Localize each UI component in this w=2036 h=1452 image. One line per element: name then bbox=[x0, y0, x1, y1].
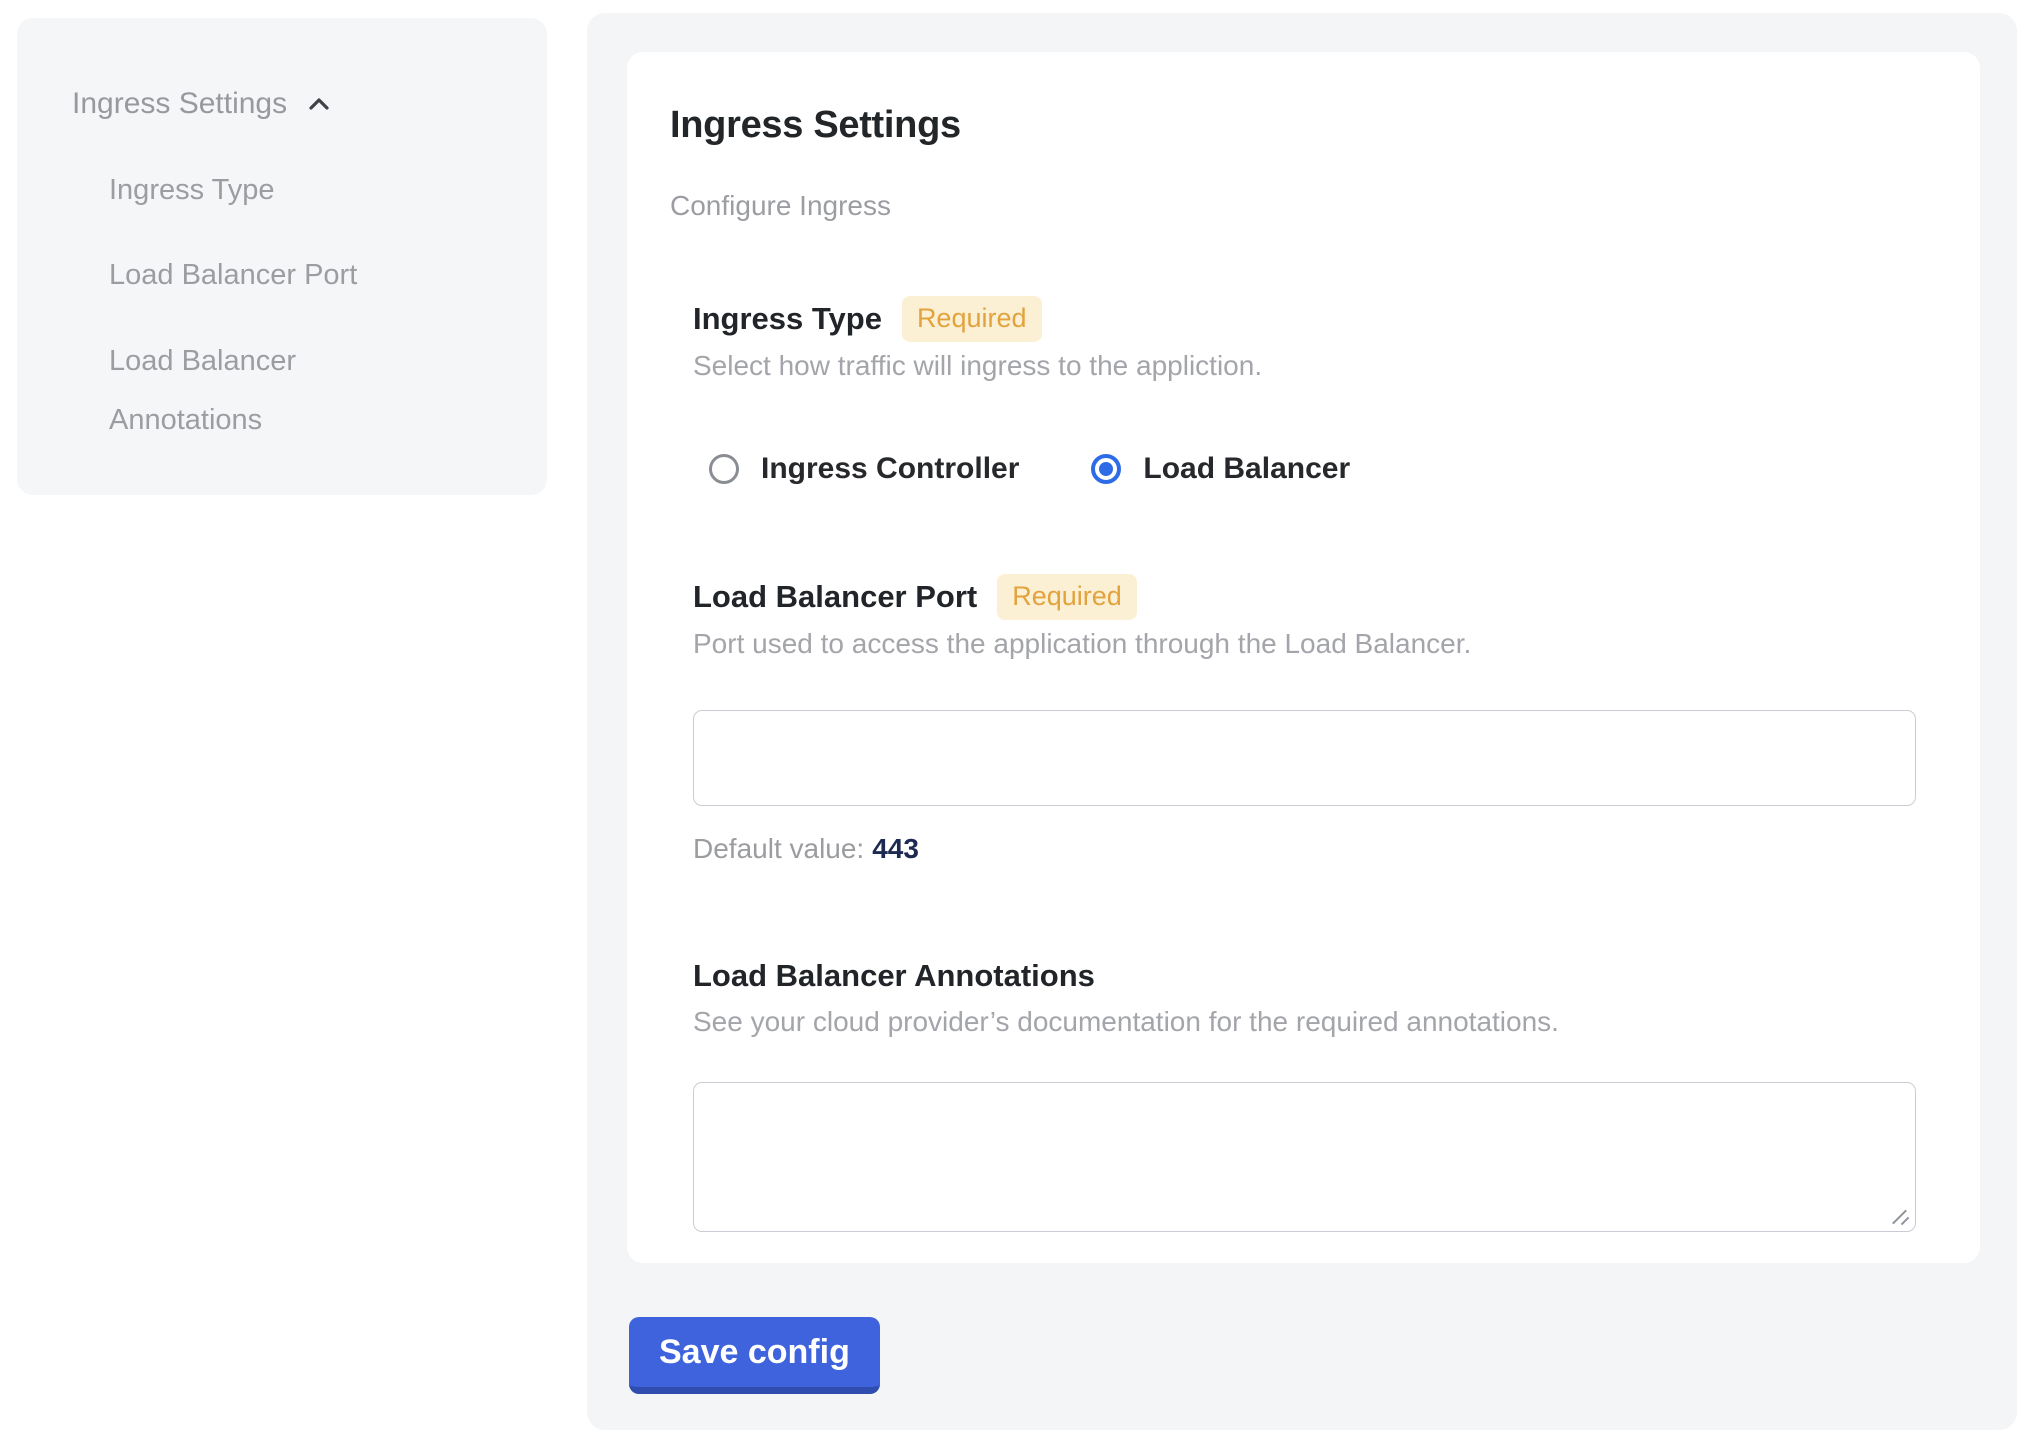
resize-handle-icon[interactable] bbox=[1890, 1205, 1912, 1227]
radio-label: Ingress Controller bbox=[761, 452, 1019, 486]
radio-option-load-balancer[interactable]: Load Balancer bbox=[1091, 452, 1350, 486]
default-value-label: Default value: bbox=[693, 833, 864, 864]
section-description: See your cloud provider’s documentation … bbox=[693, 1002, 1916, 1042]
section-description: Select how traffic will ingress to the a… bbox=[693, 346, 1916, 386]
sidebar-item-load-balancer-annotations[interactable]: Load Balancer Annotations bbox=[109, 332, 439, 450]
sidebar-section-ingress-settings[interactable]: Ingress Settings bbox=[72, 82, 335, 126]
load-balancer-port-input[interactable] bbox=[693, 710, 1916, 806]
section-load-balancer-port: Load Balancer Port Required Port used to… bbox=[693, 574, 1916, 868]
section-description: Port used to access the application thro… bbox=[693, 624, 1916, 664]
settings-sidebar: Ingress Settings Ingress Type Load Balan… bbox=[17, 18, 547, 495]
section-heading: Load Balancer Annotations bbox=[693, 954, 1095, 998]
radio-option-ingress-controller[interactable]: Ingress Controller bbox=[709, 452, 1019, 486]
section-heading: Load Balancer Port bbox=[693, 575, 977, 619]
chevron-up-icon bbox=[303, 88, 335, 120]
ingress-type-radio-group: Ingress Controller Load Balancer bbox=[693, 452, 1916, 486]
sidebar-section-label: Ingress Settings bbox=[72, 82, 287, 126]
radio-button-icon[interactable] bbox=[709, 454, 739, 484]
ingress-settings-card: Ingress Settings Configure Ingress Ingre… bbox=[627, 52, 1980, 1263]
page-title: Ingress Settings bbox=[670, 102, 1916, 148]
section-load-balancer-annotations: Load Balancer Annotations See your cloud… bbox=[693, 954, 1916, 1232]
section-ingress-type: Ingress Type Required Select how traffic… bbox=[693, 296, 1916, 486]
load-balancer-annotations-textarea[interactable] bbox=[693, 1082, 1916, 1232]
default-value-row: Default value: 443 bbox=[693, 830, 1916, 868]
default-value: 443 bbox=[872, 833, 919, 864]
page-subtitle: Configure Ingress bbox=[670, 186, 1916, 226]
sidebar-item-load-balancer-port[interactable]: Load Balancer Port bbox=[109, 253, 357, 297]
section-heading: Ingress Type bbox=[693, 297, 882, 341]
radio-label: Load Balancer bbox=[1143, 452, 1350, 486]
save-config-button[interactable]: Save config bbox=[629, 1317, 880, 1394]
main-panel: Ingress Settings Configure Ingress Ingre… bbox=[587, 13, 2017, 1430]
required-badge: Required bbox=[997, 574, 1137, 620]
required-badge: Required bbox=[902, 296, 1042, 342]
sidebar-item-ingress-type[interactable]: Ingress Type bbox=[109, 168, 275, 212]
radio-button-icon[interactable] bbox=[1091, 454, 1121, 484]
